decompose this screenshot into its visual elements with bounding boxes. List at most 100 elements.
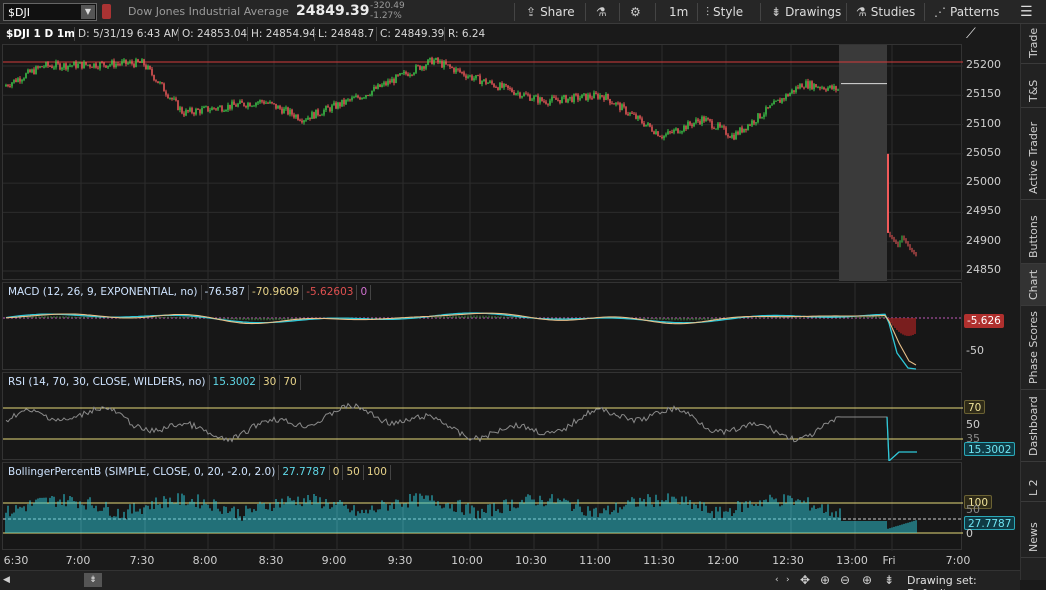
time-axis[interactable]: 6:30 7:00 7:30 8:00 8:30 9:00 9:30 10:00 10:30 11… (0, 552, 970, 570)
candle-body (179, 107, 181, 111)
sidebar-tab-active-trader[interactable]: Active Trader (1021, 108, 1046, 200)
candle-body (269, 101, 271, 104)
candle-body (333, 102, 335, 106)
candle-body (69, 65, 71, 67)
flask-button[interactable]: ⚗ (596, 0, 611, 24)
candle-body (347, 99, 349, 101)
candle-body (247, 103, 249, 108)
flag-icon[interactable] (102, 4, 111, 19)
candle-body (47, 62, 49, 66)
timeframe-button[interactable]: 1m (669, 0, 688, 24)
rsi-value-tag: 15.3002 (964, 442, 1016, 456)
candle-body (555, 97, 557, 100)
drawing-set-icon[interactable]: ⇟ (884, 573, 894, 587)
candle-body (795, 87, 797, 93)
candle-body (335, 102, 337, 109)
price-scale[interactable]: 25200 25150 25100 25050 25000 24950 24900 24850 (962, 44, 1020, 280)
bottom-bar: ◀ ⇟ ‹ › ✥ ⊕ ⊖ ⊕ ⇟ Drawing set: Default (0, 570, 1020, 590)
candle-body (733, 134, 735, 140)
menu-button[interactable]: ☰ (1020, 0, 1033, 24)
candle-body (517, 92, 519, 94)
sidebar-tab-label: News (1027, 522, 1040, 552)
header-close: C: 24849.39 (376, 27, 444, 41)
candle-body (237, 103, 239, 107)
candle-body (615, 102, 617, 105)
sidebar-tab-buttons[interactable]: Buttons (1021, 200, 1046, 264)
scroll-forward-icon[interactable]: › (786, 575, 790, 585)
macd-title: MACD (12, 26, 9, EXPONENTIAL, no) (5, 285, 202, 300)
candle-body (315, 109, 317, 119)
toolbar-separator (585, 3, 586, 21)
symbol-input[interactable]: $DJI ▼ (3, 3, 97, 21)
candle-body (665, 134, 667, 136)
sidebar-tab-t-s[interactable]: T&S (1021, 64, 1046, 108)
header-range: R: 6.24 (444, 27, 485, 41)
symbol-dropdown-icon[interactable]: ▼ (81, 5, 95, 19)
zoom-in-icon[interactable]: ⊕ (862, 573, 872, 587)
candle-body (369, 95, 371, 97)
candle-body (513, 91, 515, 95)
candle-body (435, 58, 437, 60)
scroll-left-icon[interactable]: ◀ (3, 575, 10, 585)
price-pane[interactable] (2, 44, 963, 281)
crosshair-icon[interactable]: ⊕ (820, 573, 830, 587)
settings-button[interactable]: ⚙ (630, 0, 645, 24)
candle-body (503, 84, 505, 88)
scroll-back-icon[interactable]: ‹ (775, 575, 779, 585)
candle-body (659, 136, 661, 138)
bollinger-pane[interactable]: BollingerPercentB (SIMPLE, CLOSE, 0, 20,… (2, 462, 963, 551)
candle-body (613, 103, 615, 105)
macd-pane[interactable]: MACD (12, 26, 9, EXPONENTIAL, no) -76.587… (2, 282, 963, 371)
sidebar-tab-trade[interactable]: Trade (1021, 24, 1046, 64)
style-button[interactable]: ⫶ Style (706, 0, 743, 24)
candle-body (687, 121, 689, 130)
candle-body (837, 89, 839, 91)
candle-body (457, 68, 459, 70)
chart-style-icon[interactable]: ⟋ (966, 26, 976, 42)
candle-body (625, 106, 627, 114)
drawings-button[interactable]: ⇟ Drawings (771, 0, 841, 24)
rsi-pane[interactable]: RSI (14, 70, 30, CLOSE, WILDERS, no) 15.3… (2, 372, 963, 463)
candle-body (767, 107, 769, 109)
candle-body (243, 102, 245, 107)
sidebar-tab-l-2[interactable]: L 2 (1021, 462, 1046, 502)
candle-body (571, 96, 573, 103)
scroll-thumb[interactable]: ⇟ (84, 573, 102, 587)
macd-value-line (5, 312, 917, 370)
candle-body (373, 86, 375, 91)
studies-button[interactable]: ⚗ Studies (856, 0, 915, 24)
candle-body (617, 102, 619, 104)
candle-body (409, 74, 411, 77)
candle-body (441, 61, 443, 68)
candle-body (831, 85, 833, 89)
patterns-button[interactable]: ⋰ Patterns (934, 0, 999, 24)
sidebar-tab-label: Buttons (1027, 215, 1040, 258)
candles-icon: ⫶ (706, 5, 710, 19)
share-button[interactable]: ⇪ Share (526, 0, 575, 24)
candle-body (163, 83, 165, 92)
candle-body (639, 115, 641, 119)
candle-body (153, 74, 155, 81)
zoom-icon[interactable]: ⊖ (840, 573, 850, 587)
candle-body (499, 82, 501, 90)
candle-body (701, 116, 703, 125)
rsi-scale-50: 50 (966, 418, 980, 431)
candle-body (21, 79, 23, 82)
candle-body (287, 107, 289, 115)
sidebar-tab-dashboard[interactable]: Dashboard (1021, 390, 1046, 462)
candle-body (23, 78, 25, 80)
candle-body (291, 109, 293, 115)
candle-body (739, 127, 741, 135)
candle-body (485, 79, 487, 84)
candle-body (563, 95, 565, 98)
candle-body (699, 121, 701, 125)
sidebar-tab-phase-scores[interactable]: Phase Scores (1021, 306, 1046, 390)
drawing-set-label[interactable]: Drawing set: Default (907, 574, 1020, 590)
rsi-lower: 30 (260, 375, 281, 390)
pan-icon[interactable]: ✥ (800, 573, 810, 587)
candle-body (545, 101, 547, 104)
candle-body (727, 134, 729, 137)
sidebar-tab-label: Dashboard (1027, 396, 1040, 456)
sidebar-tab-news[interactable]: News (1021, 502, 1046, 558)
sidebar-tab-chart[interactable]: Chart (1021, 264, 1046, 306)
